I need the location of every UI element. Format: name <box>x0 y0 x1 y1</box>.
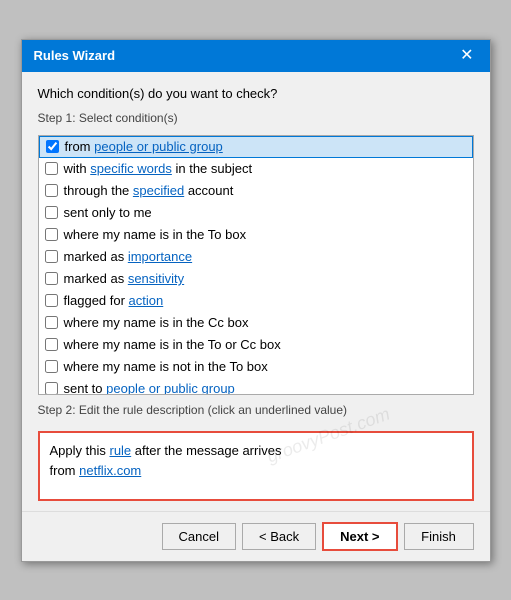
conditions-container: from people or public group with specifi… <box>38 135 474 395</box>
title-bar: Rules Wizard ✕ <box>22 40 490 72</box>
condition-item-7[interactable]: flagged for action <box>39 290 473 312</box>
step1-label: Step 1: Select condition(s) <box>38 111 474 125</box>
condition-checkbox-2[interactable] <box>45 184 58 197</box>
step2-label: Step 2: Edit the rule description (click… <box>38 403 474 417</box>
condition-text-0: from people or public group <box>65 139 466 154</box>
step2-line2-from: from <box>50 463 80 478</box>
cancel-button[interactable]: Cancel <box>162 523 236 550</box>
rules-wizard-dialog: Rules Wizard ✕ Which condition(s) do you… <box>21 39 491 562</box>
condition-text-2: through the specified account <box>64 183 467 198</box>
condition-item-0[interactable]: from people or public group <box>39 136 473 158</box>
condition-text-9: where my name is in the To or Cc box <box>64 337 467 352</box>
condition-checkbox-1[interactable] <box>45 162 58 175</box>
rule-link[interactable]: rule <box>109 443 131 458</box>
condition-checkbox-10[interactable] <box>45 360 58 373</box>
condition-text-11: sent to people or public group <box>64 381 467 395</box>
next-button[interactable]: Next > <box>322 522 397 551</box>
condition-item-3[interactable]: sent only to me <box>39 202 473 224</box>
email-link[interactable]: netflix.com <box>79 463 141 478</box>
condition-checkbox-5[interactable] <box>45 250 58 263</box>
condition-text-5: marked as importance <box>64 249 467 264</box>
condition-checkbox-7[interactable] <box>45 294 58 307</box>
condition-link-7[interactable]: action <box>129 293 164 308</box>
step2-line1-after: after the message arrives <box>131 443 281 458</box>
back-button[interactable]: < Back <box>242 523 316 550</box>
condition-link-11[interactable]: people or public group <box>106 381 235 395</box>
close-button[interactable]: ✕ <box>456 48 477 64</box>
condition-checkbox-9[interactable] <box>45 338 58 351</box>
condition-item-6[interactable]: marked as sensitivity <box>39 268 473 290</box>
condition-checkbox-8[interactable] <box>45 316 58 329</box>
condition-item-9[interactable]: where my name is in the To or Cc box <box>39 334 473 356</box>
condition-link-1[interactable]: specific words <box>90 161 172 176</box>
condition-item-5[interactable]: marked as importance <box>39 246 473 268</box>
dialog-title: Rules Wizard <box>34 48 116 63</box>
question-text: Which condition(s) do you want to check? <box>38 86 474 101</box>
conditions-list[interactable]: from people or public group with specifi… <box>38 135 474 395</box>
condition-checkbox-4[interactable] <box>45 228 58 241</box>
condition-checkbox-3[interactable] <box>45 206 58 219</box>
dialog-footer: Cancel < Back Next > Finish <box>22 511 490 561</box>
condition-item-11[interactable]: sent to people or public group <box>39 378 473 395</box>
step2-box: Apply this rule after the message arrive… <box>38 431 474 501</box>
condition-text-10: where my name is not in the To box <box>64 359 467 374</box>
condition-link-5[interactable]: importance <box>128 249 192 264</box>
condition-item-8[interactable]: where my name is in the Cc box <box>39 312 473 334</box>
condition-text-8: where my name is in the Cc box <box>64 315 467 330</box>
condition-link-0[interactable]: people or public group <box>94 139 223 154</box>
dialog-body: Which condition(s) do you want to check?… <box>22 72 490 511</box>
condition-text-1: with specific words in the subject <box>64 161 467 176</box>
condition-item-10[interactable]: where my name is not in the To box <box>39 356 473 378</box>
condition-link-6[interactable]: sensitivity <box>128 271 184 286</box>
condition-checkbox-0[interactable] <box>46 140 59 153</box>
condition-item-1[interactable]: with specific words in the subject <box>39 158 473 180</box>
condition-text-4: where my name is in the To box <box>64 227 467 242</box>
condition-item-4[interactable]: where my name is in the To box <box>39 224 473 246</box>
finish-button[interactable]: Finish <box>404 523 474 550</box>
condition-text-3: sent only to me <box>64 205 467 220</box>
step2-line1-apply: Apply this <box>50 443 110 458</box>
condition-checkbox-11[interactable] <box>45 382 58 395</box>
condition-link-2[interactable]: specified <box>133 183 184 198</box>
step2-content: Apply this rule after the message arrive… <box>50 441 462 483</box>
condition-checkbox-6[interactable] <box>45 272 58 285</box>
condition-text-6: marked as sensitivity <box>64 271 467 286</box>
condition-text-7: flagged for action <box>64 293 467 308</box>
condition-item-2[interactable]: through the specified account <box>39 180 473 202</box>
